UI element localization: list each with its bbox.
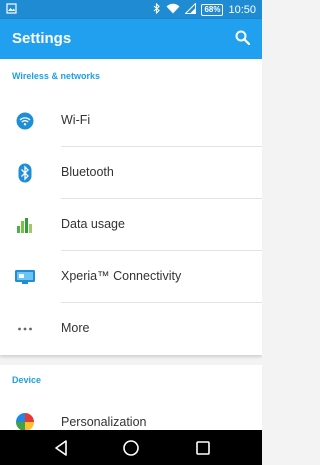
home-icon[interactable] (121, 438, 141, 458)
section-header-wireless: Wireless & networks (12, 71, 100, 81)
device-section: Device Personalization (0, 365, 262, 435)
photo-notification-icon (6, 3, 17, 17)
back-icon[interactable] (52, 438, 72, 458)
search-icon[interactable] (234, 29, 252, 47)
settings-item-bluetooth[interactable]: Bluetooth (0, 147, 262, 199)
settings-screen: 68% 10:50 Settings Wireless & networks W… (0, 0, 262, 465)
wireless-networks-section: Wireless & networks Wi-Fi Bluetooth Data… (0, 59, 262, 355)
settings-item-more[interactable]: More (0, 303, 262, 355)
wifi-status-icon (166, 3, 180, 17)
bluetooth-icon (14, 162, 36, 184)
xperia-connectivity-icon (14, 266, 36, 288)
settings-item-label: Wi-Fi (61, 113, 91, 127)
settings-item-label: Bluetooth (61, 165, 114, 179)
navigation-bar (0, 430, 262, 465)
settings-item-xperia-connectivity[interactable]: Xperia™ Connectivity (0, 251, 262, 303)
settings-item-label: More (61, 321, 90, 335)
app-bar: Settings (0, 19, 262, 59)
wifi-icon (14, 110, 36, 132)
settings-item-wifi[interactable]: Wi-Fi (0, 95, 262, 147)
signal-icon (184, 1, 197, 17)
recent-apps-icon[interactable] (193, 438, 213, 458)
settings-item-label: Data usage (61, 217, 125, 231)
section-header-device: Device (12, 375, 42, 385)
settings-item-data-usage[interactable]: Data usage (0, 199, 262, 251)
page-title: Settings (12, 30, 72, 47)
bluetooth-status-icon (153, 2, 161, 17)
clock: 10:50 (228, 3, 256, 16)
settings-item-label: Personalization (61, 415, 147, 429)
settings-item-label: Xperia™ Connectivity (61, 269, 182, 283)
status-bar: 68% 10:50 (0, 0, 262, 19)
data-usage-icon (14, 214, 36, 236)
battery-indicator: 68% (201, 3, 224, 16)
more-icon (14, 318, 36, 340)
